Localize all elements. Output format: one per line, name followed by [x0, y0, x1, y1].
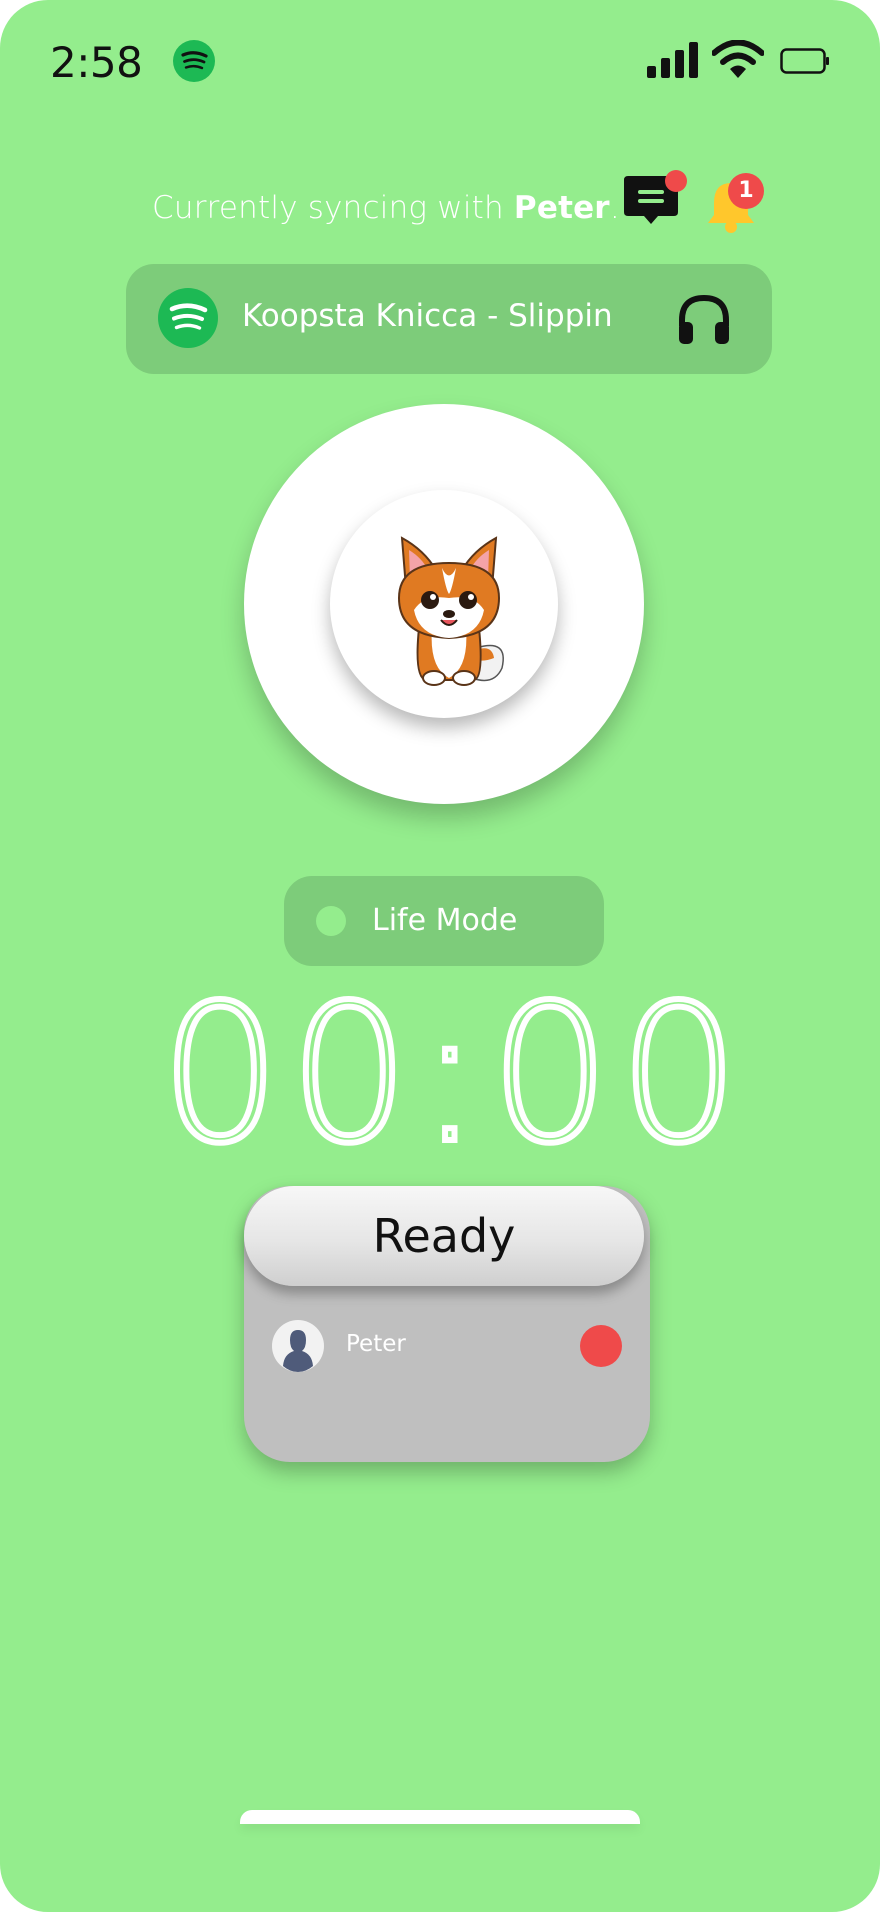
participants-card: Ready Peter [244, 1186, 650, 1462]
headphones-icon[interactable] [676, 292, 732, 346]
participant-status-indicator [580, 1325, 622, 1367]
spotify-icon [173, 40, 215, 82]
battery-icon [780, 48, 829, 74]
track-title: Koopsta Knicca - Slippin [242, 298, 613, 334]
participant-row: Peter [272, 1320, 632, 1372]
session-timer: 00:00 [157, 964, 748, 1185]
life-mode-toggle[interactable]: Life Mode [284, 876, 604, 966]
spotify-icon [158, 288, 218, 348]
participant-name: Peter [346, 1331, 406, 1357]
sync-status-text: Currently syncing with Peter. [152, 190, 620, 226]
sync-partner-name: Peter [513, 190, 610, 226]
ready-button[interactable]: Ready [244, 1186, 644, 1286]
home-indicator[interactable] [240, 1810, 640, 1824]
avatar-outer-ring [244, 404, 644, 804]
status-time: 2:58 [50, 38, 143, 87]
sync-prefix: Currently syncing with [152, 190, 514, 226]
now-playing-bar[interactable]: Koopsta Knicca - Slippin [126, 264, 772, 374]
app-screen: 2:58 Currently syncing with Peter. 1 Koo… [0, 0, 880, 1912]
life-mode-indicator [316, 906, 346, 936]
life-mode-label: Life Mode [372, 903, 518, 938]
signal-icon [647, 42, 698, 78]
fox-avatar-icon [397, 536, 504, 686]
wifi-icon [712, 40, 764, 78]
chat-unread-dot [665, 170, 687, 192]
sync-suffix: . [609, 190, 620, 226]
notification-badge: 1 [728, 173, 764, 209]
avatar-frame[interactable] [330, 490, 558, 718]
user-avatar-icon [272, 1320, 324, 1372]
